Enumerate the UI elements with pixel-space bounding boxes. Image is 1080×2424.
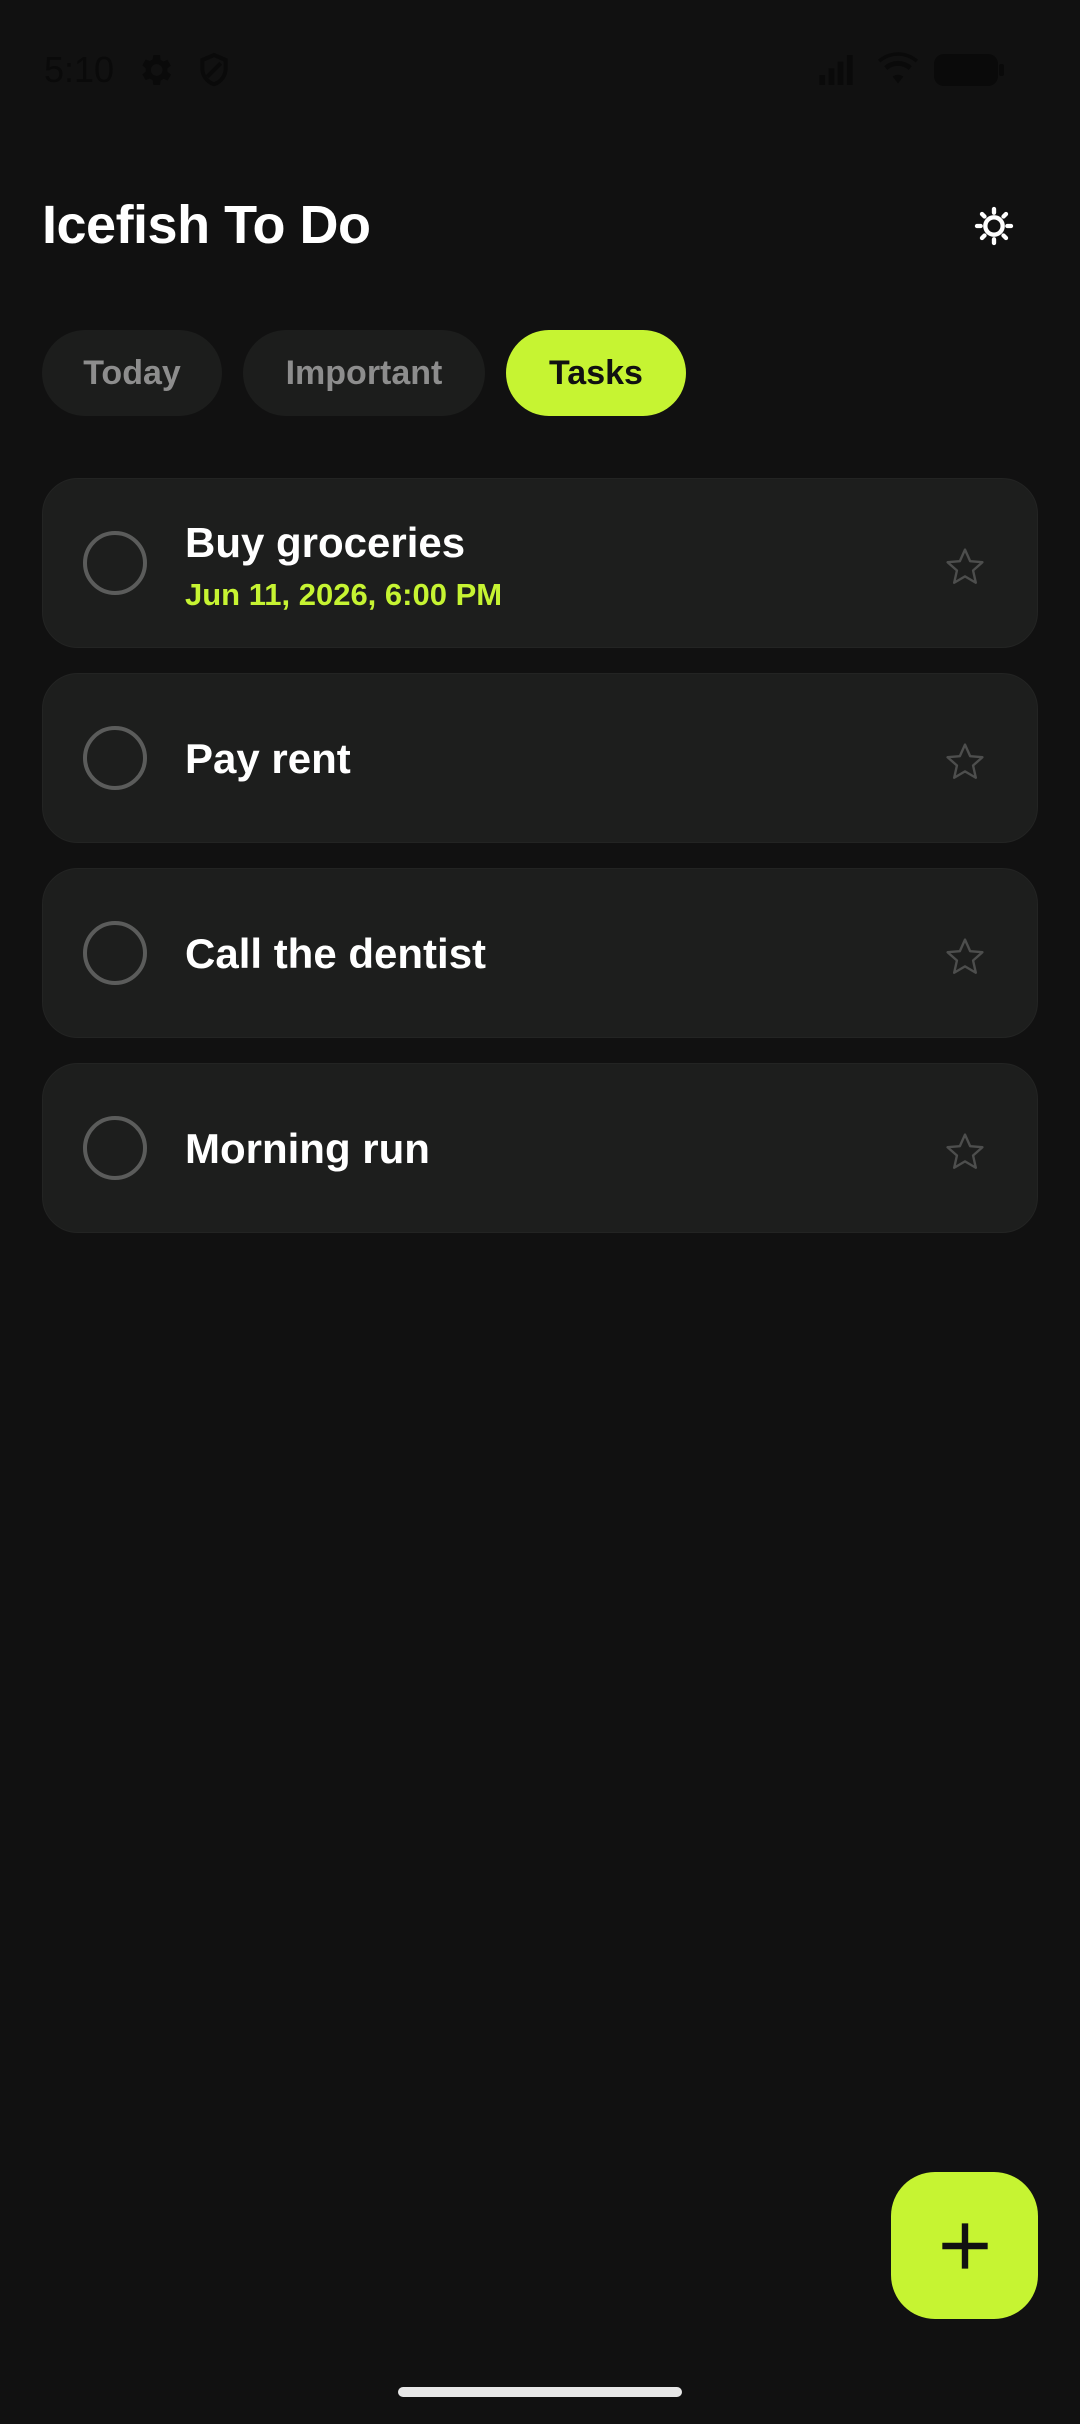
- signal-icon: [812, 50, 860, 90]
- tab-tasks[interactable]: Tasks: [506, 330, 686, 416]
- plus-icon: [941, 2222, 988, 2269]
- task-title: Call the dentist: [185, 930, 487, 977]
- star-icon[interactable]: [943, 935, 987, 979]
- task-due-date: Jun 11, 2026, 6:00 PM: [185, 577, 503, 612]
- star-icon[interactable]: [943, 545, 987, 589]
- task-complete-checkbox[interactable]: [83, 1116, 147, 1180]
- task-item[interactable]: Morning run: [42, 1063, 1038, 1233]
- settings-sun-icon: [974, 206, 1014, 246]
- task-item[interactable]: Buy groceries Jun 11, 2026, 6:00 PM: [42, 478, 1038, 648]
- home-indicator[interactable]: [398, 2387, 682, 2397]
- star-icon[interactable]: [943, 740, 987, 784]
- star-icon[interactable]: [943, 1130, 987, 1174]
- task-title: Pay rent: [185, 735, 351, 782]
- task-title: Buy groceries: [185, 519, 466, 566]
- status-time: 5:10: [44, 49, 115, 90]
- add-task-button[interactable]: [891, 2172, 1038, 2319]
- tab-today[interactable]: Today: [42, 330, 222, 416]
- task-complete-checkbox[interactable]: [83, 531, 147, 595]
- task-complete-checkbox[interactable]: [83, 921, 147, 985]
- app-title: Icefish To Do: [42, 195, 371, 255]
- wifi-icon: [874, 50, 922, 90]
- gear-icon: [135, 50, 175, 90]
- shield-icon: [194, 50, 234, 90]
- task-item[interactable]: Call the dentist: [42, 868, 1038, 1038]
- task-title: Morning run: [185, 1125, 430, 1172]
- task-item[interactable]: Pay rent: [42, 673, 1038, 843]
- battery-icon: [934, 50, 1006, 90]
- task-complete-checkbox[interactable]: [83, 726, 147, 790]
- status-bar: 5:10: [0, 0, 1080, 140]
- tab-important[interactable]: Important: [243, 330, 485, 416]
- settings-button[interactable]: [968, 200, 1020, 252]
